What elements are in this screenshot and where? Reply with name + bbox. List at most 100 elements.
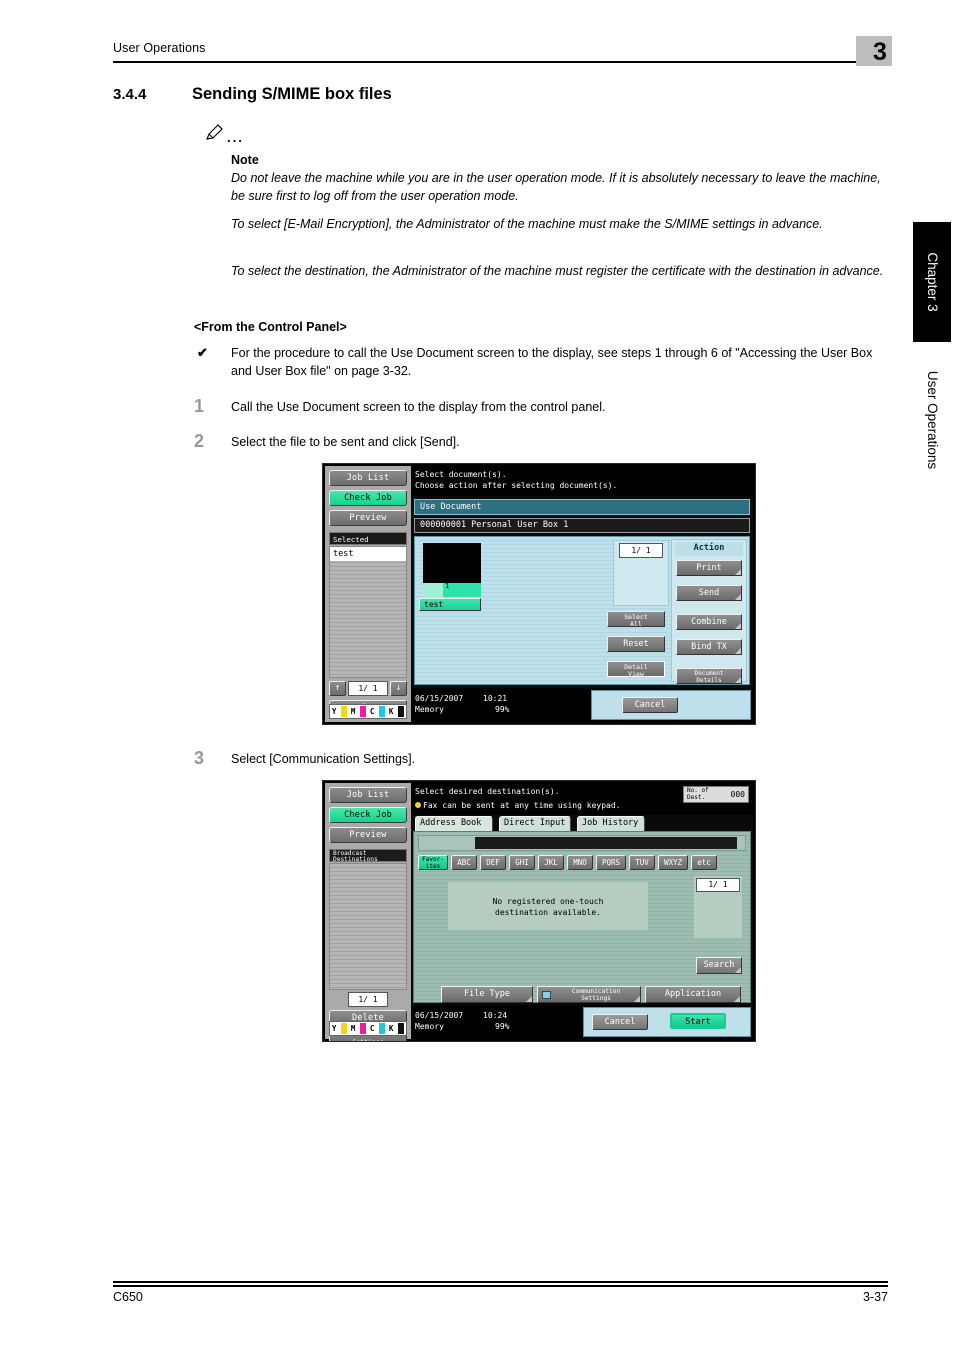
file-type-button[interactable]: File Type	[441, 986, 533, 1003]
tab-job-history[interactable]: Job History	[577, 816, 645, 831]
alpha-mno-button[interactable]: MNO	[567, 855, 593, 870]
empty-message-line1: No registered one-touch	[492, 897, 604, 906]
cancel-button-2[interactable]: Cancel	[592, 1014, 648, 1030]
screen2-memory-value: 99%	[495, 1022, 510, 1031]
document-page: User Operations 3 Chapter 3 User Operati…	[0, 0, 954, 1350]
chapter-tab-label: Chapter 3	[925, 252, 940, 312]
alpha-wxyz-button[interactable]: WXYZ	[658, 855, 688, 870]
screen2-status-bar: 06/15/2007 Memory 10:24 99% Cancel Start	[411, 1005, 753, 1039]
check-job-button-2[interactable]: Check Job	[329, 807, 407, 823]
cancel-button[interactable]: Cancel	[622, 697, 678, 713]
document-thumbnail[interactable]	[423, 543, 481, 583]
job-list-button[interactable]: Job List	[329, 470, 407, 486]
screen1-status-bar: 06/15/2007 Memory 10:21 99% Cancel	[411, 688, 753, 722]
checkmark-icon: ✔	[197, 345, 208, 360]
scroll-up-icon[interactable]: ↑	[329, 681, 346, 696]
selected-documents-list[interactable]: test	[329, 546, 407, 678]
action-panel: Action Print Send Combine Bind TX Docume…	[671, 539, 747, 684]
empty-message-line2: destination available.	[495, 908, 601, 917]
toner-c-label-2: C	[369, 1024, 375, 1033]
screenshot-select-destination: Job List Check Job Preview Broadcast Des…	[322, 780, 756, 1042]
alpha-etc-button[interactable]: etc	[691, 855, 717, 870]
user-box-label: 000000001 Personal User Box 1	[414, 518, 750, 533]
toner-y-label: Y	[331, 707, 337, 716]
toner-m-label: M	[350, 707, 356, 716]
screen2-prompt-bar: Select desired destination(s). Fax can b…	[411, 783, 753, 815]
destination-count-label: No. of Dest.	[687, 787, 709, 801]
check-job-button[interactable]: Check Job	[329, 490, 407, 506]
footer-rule-top	[113, 1281, 888, 1283]
document-thumbnail-area[interactable]: 1 test 1/ 1 Select All Reset Detail View	[414, 536, 750, 685]
alpha-tuv-button[interactable]: TUV	[629, 855, 655, 870]
toner-y-bar	[341, 706, 348, 717]
toner-c-bar-2	[379, 1023, 386, 1034]
alpha-favorites-button[interactable]: Favor- ites	[418, 855, 448, 870]
alpha-pqrs-button[interactable]: PQRS	[596, 855, 626, 870]
screen2-action-area: Cancel Start	[583, 1007, 751, 1037]
screen1-memory-label: Memory	[415, 705, 444, 714]
screen1-toner-indicator: Y M C K	[329, 704, 407, 719]
toner-y-label-2: Y	[331, 1024, 337, 1033]
scroll-down-icon[interactable]: ↓	[390, 681, 407, 696]
note-paragraph-2: To select [E-Mail Encryption], the Admin…	[231, 217, 823, 231]
screen2-main: Select desired destination(s). Fax can b…	[411, 783, 753, 1039]
fax-bullet-icon	[415, 802, 421, 808]
footer-rule-bottom	[113, 1285, 888, 1287]
thumbnail-label[interactable]: test	[419, 598, 481, 611]
screen2-page-indicator: 1/ 1	[696, 878, 740, 892]
toner-k-bar	[398, 706, 405, 717]
tab-direct-input[interactable]: Direct Input	[499, 816, 571, 831]
search-field-row[interactable]	[418, 835, 746, 851]
screen1-cancel-area: Cancel	[591, 690, 751, 720]
screen1-prompt-bar: Select document(s). Choose action after …	[411, 466, 753, 496]
job-list-button-2[interactable]: Job List	[329, 787, 407, 803]
screen1-page-indicator: 1/ 1	[619, 543, 663, 558]
alpha-def-button[interactable]: DEF	[480, 855, 506, 870]
select-all-button[interactable]: Select All	[607, 611, 665, 628]
preview-button-2[interactable]: Preview	[329, 827, 407, 843]
communication-settings-button[interactable]: Communication Settings	[537, 986, 641, 1003]
communication-settings-line2: Settings	[581, 994, 611, 1002]
reset-button[interactable]: Reset	[607, 636, 665, 652]
check-job-settings-line2: Settings	[352, 1038, 384, 1042]
use-document-title: Use Document	[414, 499, 750, 515]
destination-count-value: 000	[730, 790, 745, 799]
bind-tx-button[interactable]: Bind TX	[676, 639, 742, 655]
screen2-time: 10:24	[483, 1011, 508, 1020]
detail-view-button[interactable]: Detail View	[607, 661, 665, 678]
print-button[interactable]: Print	[676, 560, 742, 576]
screen1-date: 06/15/2007	[415, 694, 464, 703]
note-paragraph-3: To select the destination, the Administr…	[231, 264, 884, 278]
empty-destination-message: No registered one-touch destination avai…	[448, 882, 648, 930]
start-button[interactable]: Start	[670, 1013, 726, 1029]
document-details-button[interactable]: Document Details	[676, 668, 742, 684]
screen1-time: 10:21	[483, 694, 508, 703]
broadcast-destinations-list[interactable]	[329, 863, 407, 990]
preview-button[interactable]: Preview	[329, 510, 407, 526]
screen1-prompt-line2: Choose action after selecting document(s…	[415, 481, 618, 490]
selected-documents-header: Selected Documents	[329, 532, 407, 557]
send-button[interactable]: Send	[676, 585, 742, 601]
combine-button[interactable]: Combine	[676, 614, 742, 630]
step-number-1: 1	[194, 396, 205, 416]
list-item[interactable]: test	[330, 547, 406, 561]
search-button[interactable]: Search	[696, 957, 742, 974]
destination-count-label-line2: Dest.	[687, 793, 706, 801]
tab-address-book[interactable]: Address Book	[415, 816, 493, 831]
screen1-main: Select document(s). Choose action after …	[411, 466, 753, 722]
search-input[interactable]	[475, 837, 737, 849]
alpha-abc-button[interactable]: ABC	[451, 855, 477, 870]
application-button[interactable]: Application	[645, 986, 741, 1003]
page-title: Sending S/MIME box files	[192, 85, 392, 103]
alpha-jkl-button[interactable]: JKL	[538, 855, 564, 870]
screen2-memory-label: Memory	[415, 1022, 444, 1031]
pencil-icon: ...	[205, 124, 245, 146]
alpha-ghi-button[interactable]: GHI	[509, 855, 535, 870]
toner-m-bar-2	[360, 1023, 367, 1034]
screen1-sidebar: Job List Check Job Preview Selected Docu…	[325, 466, 411, 722]
step-number-2: 2	[194, 431, 205, 451]
toner-c-bar	[379, 706, 386, 717]
chapter-tab: Chapter 3	[913, 222, 951, 342]
document-details-line2: Details	[696, 676, 722, 684]
screen2-sidebar-page-indicator: 1/ 1	[348, 992, 388, 1007]
